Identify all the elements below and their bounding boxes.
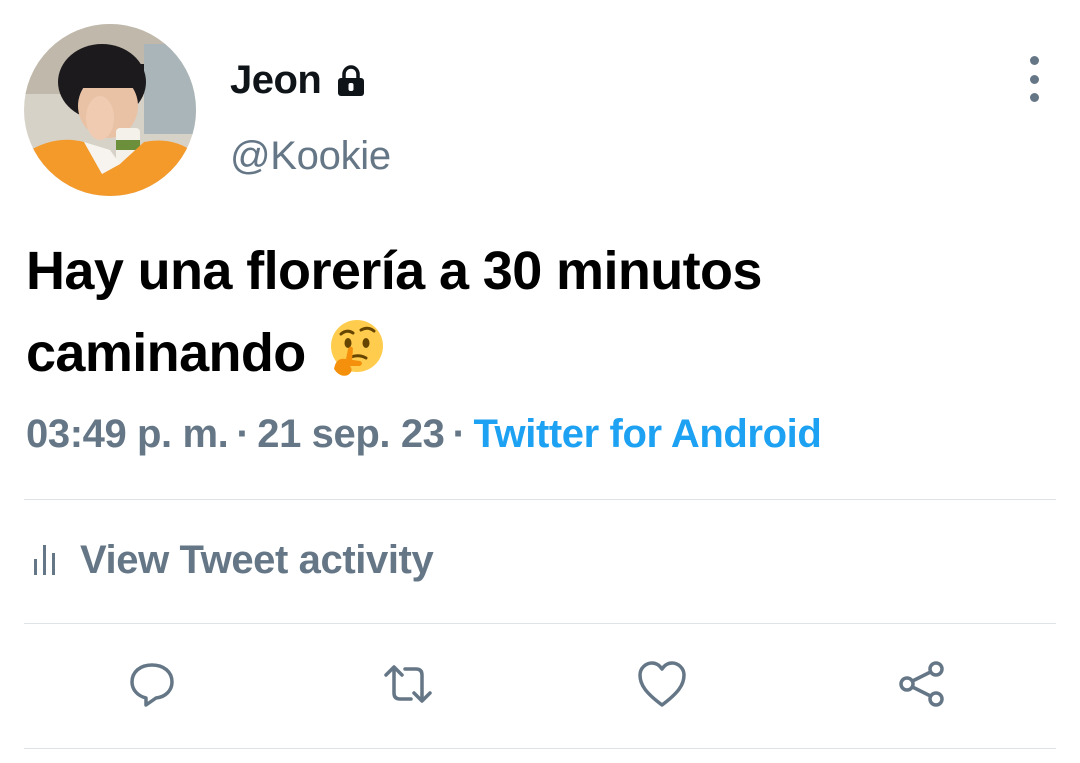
avatar[interactable] — [24, 24, 196, 196]
meta-separator: · — [236, 412, 250, 456]
tweet-source-link[interactable]: Twitter for Android — [473, 412, 821, 456]
reply-icon — [127, 659, 177, 714]
more-dot-icon — [1029, 56, 1039, 65]
lock-icon — [333, 63, 369, 99]
user-name-row[interactable]: Jeon — [230, 58, 369, 103]
user-handle[interactable]: @Kookie — [230, 134, 391, 179]
heart-icon — [636, 659, 688, 714]
more-dot-icon — [1029, 93, 1039, 102]
view-tweet-activity-button[interactable]: View Tweet activity — [32, 538, 434, 583]
share-button[interactable] — [896, 660, 948, 712]
like-button[interactable] — [636, 660, 688, 712]
display-name[interactable]: Jeon — [230, 58, 322, 103]
retweet-icon — [381, 659, 435, 714]
tweet-time: 03:49 p. m. — [26, 412, 229, 456]
tweet-body: Hay una florería a 30 minutos caminando — [26, 241, 762, 383]
tweet-text: Hay una florería a 30 minutos caminando — [26, 230, 1046, 402]
tweet-meta: 03:49 p. m. · 21 sep. 23 · Twitter for Andro… — [26, 412, 822, 457]
view-tweet-activity-label: View Tweet activity — [80, 538, 434, 582]
divider — [24, 499, 1056, 500]
bar-chart-icon — [32, 541, 62, 580]
retweet-button[interactable] — [382, 660, 434, 712]
meta-separator: · — [452, 412, 466, 456]
more-dot-icon — [1029, 74, 1039, 84]
more-options-button[interactable] — [1014, 56, 1054, 102]
reply-button[interactable] — [126, 660, 178, 712]
tweet-date: 21 sep. 23 — [257, 412, 445, 456]
profile-photo — [24, 24, 196, 196]
share-icon — [896, 658, 948, 715]
divider — [24, 623, 1056, 624]
thinking-face-icon — [326, 317, 388, 402]
divider — [24, 748, 1056, 749]
